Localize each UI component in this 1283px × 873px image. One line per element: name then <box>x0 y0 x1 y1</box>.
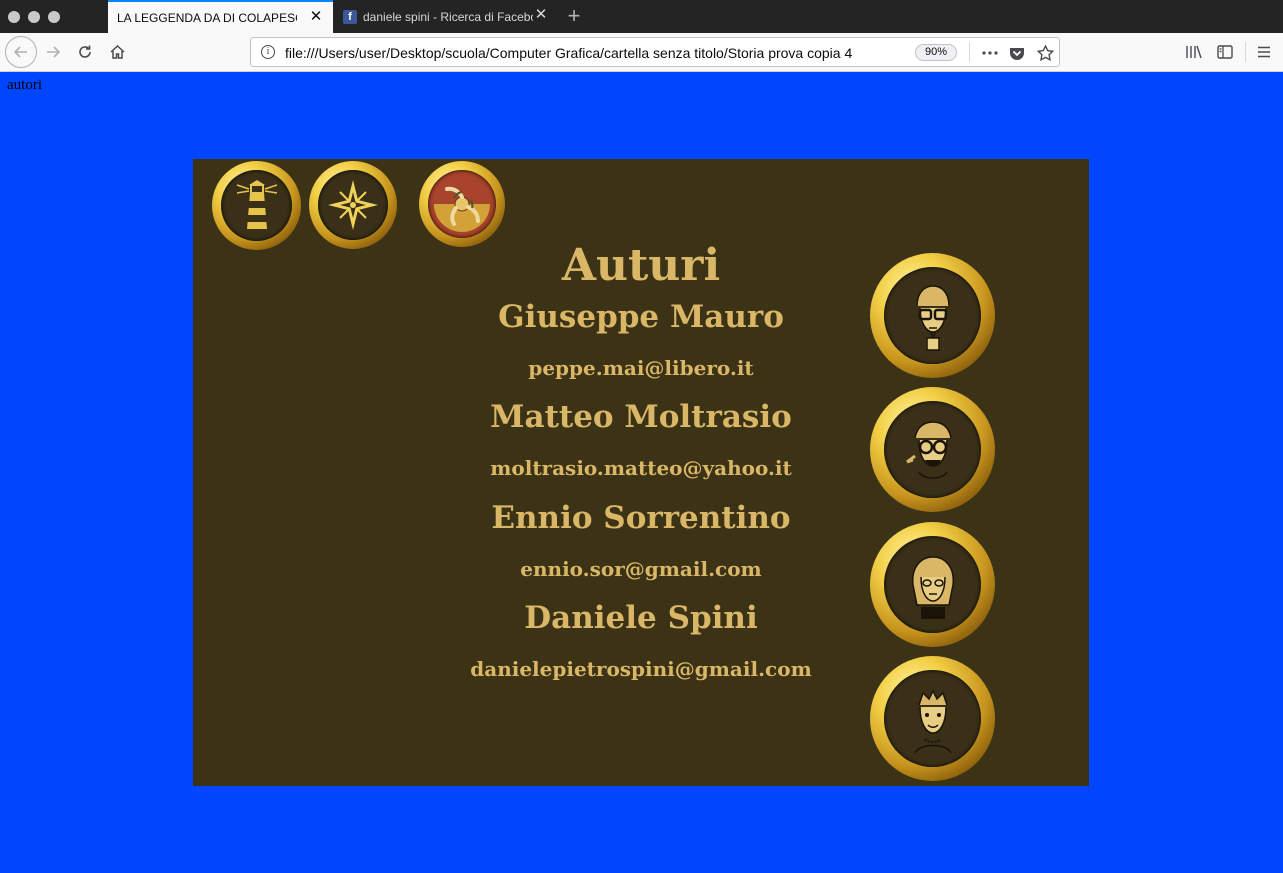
tab-facebook-search[interactable]: f daniele spini - Ricerca di Facebook ✕ <box>334 0 558 33</box>
forward-icon[interactable] <box>38 37 68 67</box>
compass-medal[interactable] <box>309 161 397 249</box>
portrait-medal-ennio <box>870 522 995 647</box>
tab-title: LA LEGGENDA DA DI COLAPESCE <box>117 10 297 25</box>
home-icon[interactable] <box>102 37 132 67</box>
sidebar-icon[interactable] <box>1210 37 1240 67</box>
url-text[interactable]: file:///Users/user/Desktop/scuola/Comput… <box>285 45 881 61</box>
portrait-ennio-icon <box>884 536 981 633</box>
portrait-medal-matteo <box>870 387 995 512</box>
nav-toolbar: i file:///Users/user/Desktop/scuola/Comp… <box>0 33 1283 72</box>
trinacria-icon <box>428 170 496 238</box>
portrait-daniele-icon <box>884 670 981 767</box>
portrait-matteo-icon <box>884 401 981 498</box>
close-icon[interactable]: ✕ <box>309 9 323 24</box>
authors-card: Auturi Giuseppe Mauro peppe.mai@libero.i… <box>193 159 1089 786</box>
more-icon[interactable] <box>979 42 1001 64</box>
lighthouse-medal[interactable] <box>212 161 301 250</box>
toolbar-divider <box>1245 42 1246 62</box>
back-icon[interactable] <box>5 36 37 68</box>
close-window-button[interactable] <box>8 11 20 23</box>
new-tab-button[interactable]: + <box>564 4 584 28</box>
tab-colapesce[interactable]: LA LEGGENDA DA DI COLAPESCE ✕ <box>108 0 333 33</box>
trinacria-medal[interactable] <box>419 161 505 247</box>
info-icon[interactable]: i <box>261 45 275 59</box>
library-icon[interactable] <box>1179 37 1209 67</box>
facebook-icon: f <box>343 9 357 24</box>
bookmark-star-icon[interactable] <box>1034 42 1056 64</box>
reload-icon[interactable] <box>70 37 100 67</box>
url-bar[interactable]: i file:///Users/user/Desktop/scuola/Comp… <box>250 37 1060 67</box>
pocket-icon[interactable] <box>1006 42 1028 64</box>
lighthouse-icon <box>221 170 292 241</box>
url-bar-divider <box>969 42 970 62</box>
portrait-medal-daniele <box>870 656 995 781</box>
compass-rose-icon <box>318 170 388 240</box>
maximize-window-button[interactable] <box>48 11 60 23</box>
page-label: autori <box>7 77 42 93</box>
minimize-window-button[interactable] <box>28 11 40 23</box>
portrait-medal-giuseppe <box>870 253 995 378</box>
close-icon[interactable]: ✕ <box>534 7 548 22</box>
tab-bar: LA LEGGENDA DA DI COLAPESCE ✕ f daniele … <box>0 0 1283 33</box>
zoom-level-badge[interactable]: 90% <box>915 44 957 61</box>
menu-icon[interactable] <box>1249 37 1279 67</box>
portrait-giuseppe-icon <box>884 267 981 364</box>
tab-title: daniele spini - Ricerca di Facebook <box>363 9 533 24</box>
